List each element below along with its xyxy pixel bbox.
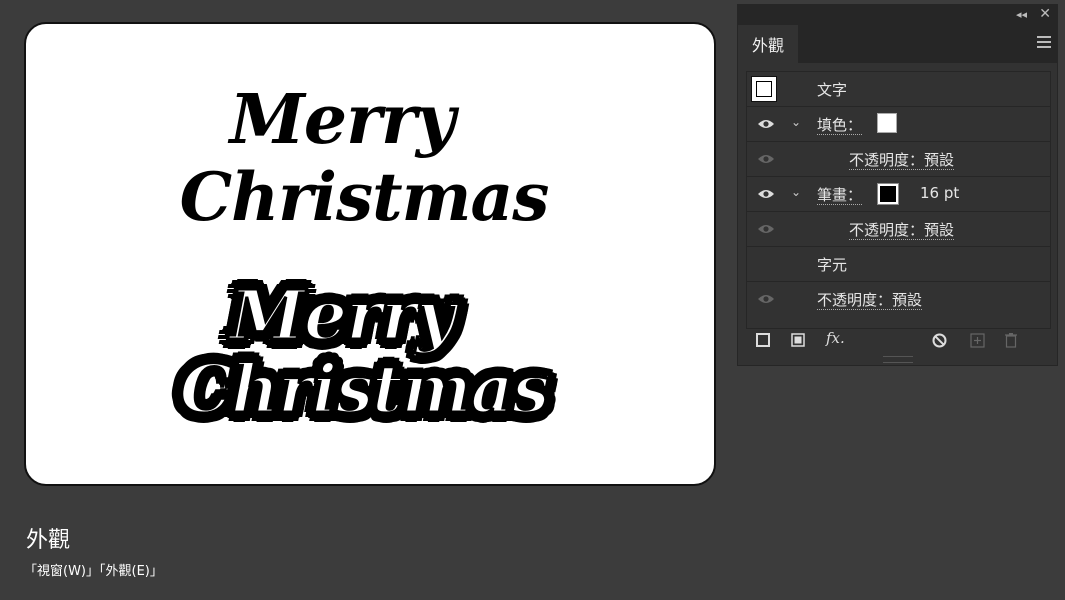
no-sign-icon[interactable] [932,333,947,348]
eye-icon[interactable] [757,223,775,235]
row-fill[interactable]: ⌄ 填色： [747,107,1050,142]
row-stroke[interactable]: ⌄ 筆畫： 16 pt [747,177,1050,212]
eye-icon[interactable] [757,118,775,130]
object-thumbnail [751,76,777,102]
fill-opacity-label[interactable]: 不透明度：預設 [849,149,955,170]
row-stroke-opacity[interactable]: 不透明度：預設 [747,212,1050,247]
panel-bottom-toolbar: fx. [738,325,1057,353]
row-fill-opacity[interactable]: 不透明度：預設 [747,142,1050,177]
fill-color-swatch[interactable] [877,113,897,133]
stroke-label[interactable]: 筆畫： [817,184,863,205]
plus-square-icon[interactable] [970,333,985,348]
tab-appearance[interactable]: 外觀 [738,25,798,63]
stroke-opacity-label[interactable]: 不透明度：預設 [849,219,955,240]
art-text-christmas-outlined[interactable]: Christmas [26,355,708,424]
square-filled-icon[interactable] [791,333,805,347]
fill-label[interactable]: 填色： [817,114,863,135]
trash-icon[interactable] [1004,332,1018,348]
double-chevron-left-icon[interactable]: ◂◂ [1016,8,1027,21]
stroke-color-swatch[interactable] [877,183,899,205]
eye-icon[interactable] [757,153,775,165]
row-opacity[interactable]: 不透明度：預設 [747,282,1050,316]
close-icon[interactable]: ✕ [1039,6,1051,22]
row-characters[interactable]: 字元 [747,247,1050,282]
fx-icon[interactable]: fx. [826,329,845,347]
row-object[interactable]: 文字 [747,72,1050,107]
appearance-panel: ◂◂ ✕ 外觀 文字 ⌄ 填色： 不透明度：預設 ⌄ 筆畫： 16 pt 不透明… [737,4,1058,366]
art-text-merry-plain[interactable]: Merry [26,86,686,154]
caption-menu-path: 「視窗(W)」「外觀(E)」 [24,564,163,579]
appearance-list: 文字 ⌄ 填色： 不透明度：預設 ⌄ 筆畫： 16 pt 不透明度：預設 字元 … [746,71,1051,329]
stroke-width-value[interactable]: 16 pt [920,184,959,202]
characters-label: 字元 [817,256,848,274]
chevron-down-icon[interactable]: ⌄ [791,185,801,199]
panel-tab-bar: 外觀 [738,25,1057,63]
hamburger-menu-icon[interactable] [1037,36,1051,48]
artboard[interactable]: Merry Christmas Merry Christmas [24,22,716,486]
chevron-down-icon[interactable]: ⌄ [791,115,801,129]
caption-title: 外觀 [26,528,71,553]
panel-resize-grip[interactable] [883,356,913,363]
art-text-christmas-plain[interactable]: Christmas [26,164,708,230]
eye-icon[interactable] [757,188,775,200]
object-type-label: 文字 [817,81,848,99]
square-outline-icon[interactable] [756,333,770,347]
eye-icon[interactable] [757,293,775,305]
art-text-merry-outlined[interactable]: Merry [26,281,686,352]
opacity-label[interactable]: 不透明度：預設 [817,289,923,310]
panel-title-bar: ◂◂ ✕ [738,5,1057,25]
